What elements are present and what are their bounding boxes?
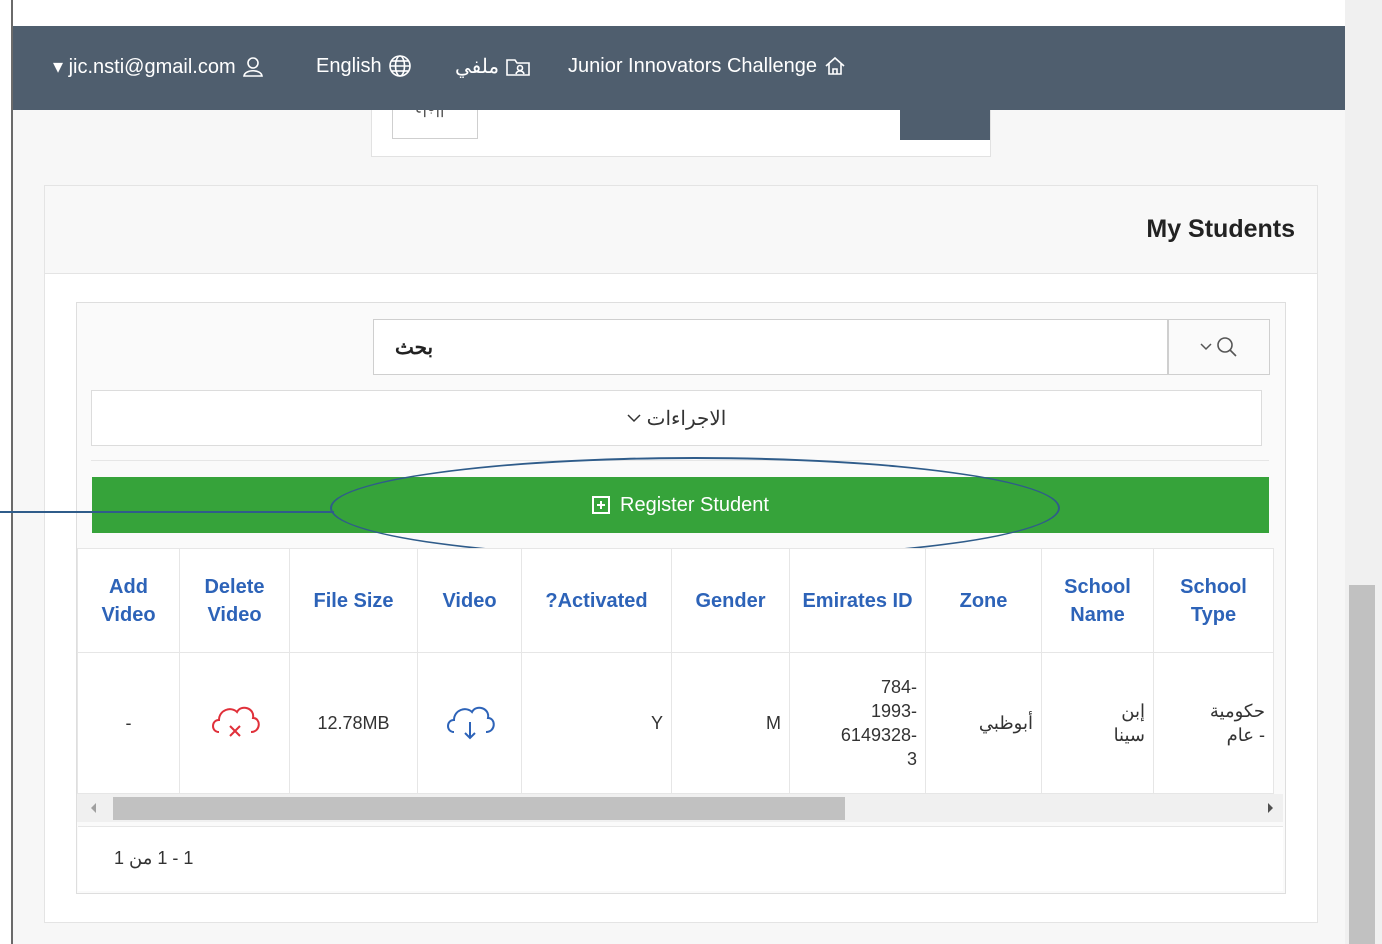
- column-header-activated[interactable]: ?Activated: [521, 548, 672, 653]
- cancel-button[interactable]: إلغاء: [392, 110, 478, 139]
- scroll-right-arrow-icon[interactable]: [1268, 803, 1273, 813]
- table-row: - 12.78MB Y M 784- 1993- 6149328- 3 أبوظ…: [77, 652, 1274, 794]
- add-video-cell: -: [77, 652, 180, 794]
- emirates-id-line: 3: [906, 749, 917, 769]
- previous-dialog-card: إلغاء: [371, 110, 991, 157]
- actions-menu-button[interactable]: الاجراءات: [91, 390, 1262, 446]
- horizontal-scrollbar-thumb[interactable]: [113, 797, 845, 820]
- column-header-delete-video[interactable]: Delete Video: [179, 548, 290, 653]
- user-email: ▾ jic.nsti@gmail.com: [53, 56, 236, 78]
- delete-video-cell: [179, 652, 290, 794]
- column-header-zone[interactable]: Zone: [925, 548, 1042, 653]
- emirates-id-line: 784-: [880, 677, 917, 697]
- user-icon: [242, 56, 263, 77]
- top-navigation-bar: ▾ jic.nsti@gmail.com English ملفي Junior…: [13, 26, 1345, 110]
- gender-cell: M: [671, 652, 790, 794]
- actions-label: الاجراءات: [646, 407, 727, 430]
- folder-user-icon: [506, 58, 530, 76]
- language-switch[interactable]: English: [316, 54, 412, 78]
- globe-icon: [388, 55, 411, 77]
- cloud-download-icon[interactable]: [442, 696, 498, 744]
- chevron-down-icon: [627, 414, 641, 423]
- pagination-bar: 1 - 1 من 1: [78, 826, 1283, 891]
- search-button[interactable]: بحث: [373, 319, 455, 375]
- annotation-highlight-oval: [330, 457, 1060, 559]
- app-name: Junior Innovators Challenge: [568, 54, 818, 77]
- column-header-gender[interactable]: Gender: [671, 548, 790, 653]
- search-input[interactable]: [453, 319, 1168, 375]
- column-header-file-size[interactable]: File Size: [289, 548, 418, 653]
- region-title: My Students: [1146, 215, 1295, 243]
- file-size-cell: 12.78MB: [289, 652, 418, 794]
- school-type-line: - عام: [1226, 725, 1265, 745]
- search-column-selector[interactable]: [1168, 319, 1270, 375]
- school-type-cell: حكومية - عام: [1153, 652, 1274, 794]
- confirm-button[interactable]: [900, 110, 990, 140]
- region-header: My Students: [45, 186, 1317, 274]
- column-header-emirates-id[interactable]: Emirates ID: [789, 548, 926, 653]
- emirates-id-cell: 784- 1993- 6149328- 3: [789, 652, 926, 794]
- cloud-delete-icon[interactable]: [207, 696, 263, 744]
- school-name-line: إبن: [1121, 701, 1145, 721]
- students-table: Add Video Delete Video File Size Video ?…: [77, 548, 1274, 794]
- scroll-left-arrow-icon[interactable]: [91, 803, 96, 813]
- zone-cell: أبوظبي: [925, 652, 1042, 794]
- profile-label: ملفي: [455, 56, 500, 78]
- home-link[interactable]: Junior Innovators Challenge: [568, 54, 847, 78]
- column-header-video[interactable]: Video: [417, 548, 522, 653]
- column-header-add-video[interactable]: Add Video: [77, 548, 180, 653]
- emirates-id-line: 1993-: [870, 701, 917, 721]
- pagination-text: 1 - 1 من 1: [114, 848, 194, 868]
- search-bar: بحث: [373, 319, 1270, 375]
- cancel-button-label: إلغاء: [415, 110, 444, 120]
- vertical-scrollbar-thumb[interactable]: [1349, 585, 1375, 944]
- column-header-school-name[interactable]: School Name: [1041, 548, 1154, 653]
- table-header-row: Add Video Delete Video File Size Video ?…: [77, 548, 1274, 653]
- school-name-line: سينا: [1113, 725, 1145, 745]
- emirates-id-line: 6149328-: [840, 725, 917, 745]
- column-header-school-type[interactable]: School Type: [1153, 548, 1274, 653]
- profile-link[interactable]: ملفي: [455, 54, 531, 79]
- school-name-cell: إبن سينا: [1041, 652, 1154, 794]
- chevron-down-icon: [1200, 343, 1212, 351]
- video-cell: [417, 652, 522, 794]
- activated-cell: Y: [521, 652, 672, 794]
- search-icon: [1217, 337, 1237, 357]
- user-menu[interactable]: ▾ jic.nsti@gmail.com: [53, 54, 264, 79]
- annotation-pointer-line: [0, 511, 334, 513]
- home-icon: [825, 56, 845, 75]
- language-label: English: [316, 54, 382, 77]
- horizontal-scrollbar[interactable]: [77, 794, 1283, 822]
- school-type-line: حكومية: [1209, 701, 1265, 721]
